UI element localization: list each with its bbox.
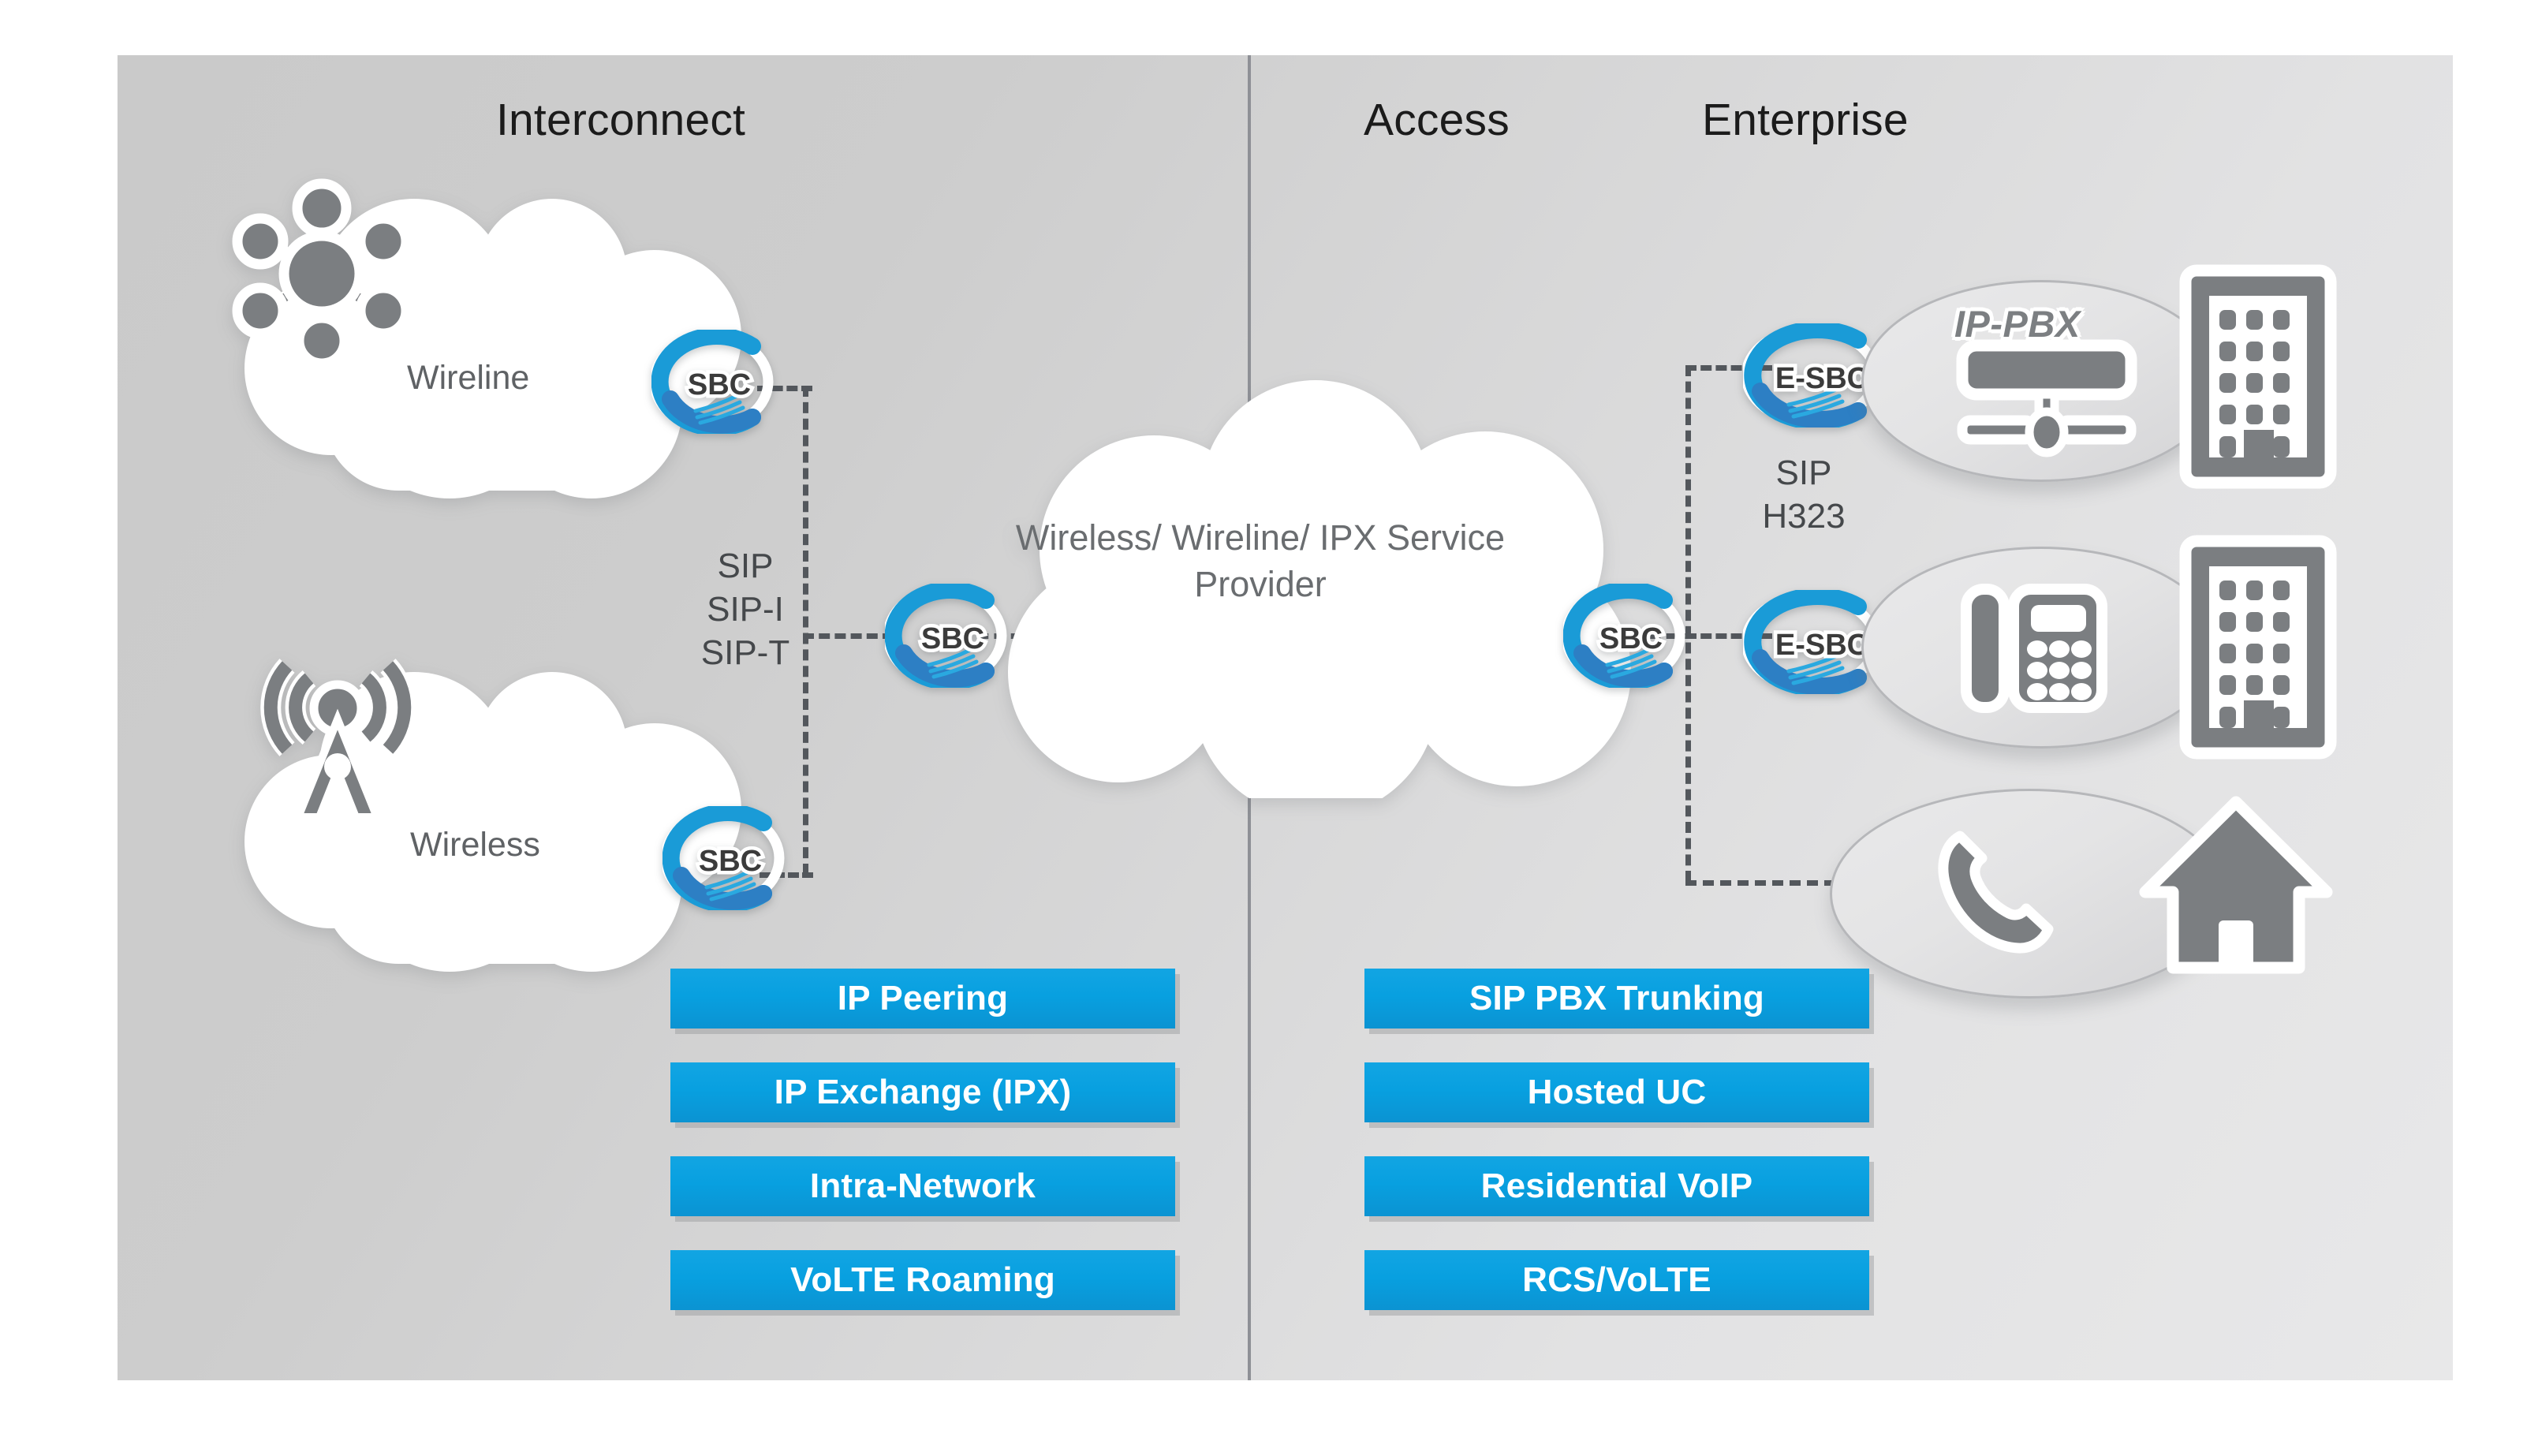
desk-phone-icon	[1960, 580, 2110, 722]
broadcast-tower-icon	[259, 633, 416, 830]
column-heading-interconnect: Interconnect	[496, 95, 746, 145]
service-bar-label: Residential VoIP	[1480, 1167, 1753, 1205]
phone-handset-icon	[1928, 822, 2070, 968]
service-bar[interactable]: Residential VoIP	[1364, 1156, 1869, 1216]
cloud-label-wireline: Wireline	[407, 359, 530, 397]
cloud-core-label: Wireless/ Wireline/ IPX Service Provider	[1015, 517, 1506, 604]
sbc-badge-label: SBC	[688, 368, 751, 401]
service-bar[interactable]: VoLTE Roaming	[670, 1250, 1175, 1310]
service-bar-label: RCS/VoLTE	[1522, 1260, 1711, 1299]
network-hub-icon	[217, 175, 430, 372]
service-bar-label: Hosted UC	[1527, 1073, 1707, 1111]
sbc-badge-label: SBC	[1599, 622, 1663, 655]
service-bar-label: Intra-Network	[809, 1167, 1036, 1205]
ippbx-caption: IP-PBX	[1954, 303, 2081, 345]
diagram-canvas: Interconnect Access Enterprise Wireline …	[0, 0, 2527, 1456]
service-bar[interactable]: IP Exchange (IPX)	[670, 1062, 1175, 1122]
protocol-label-enterprise: SIP H323	[1762, 454, 1846, 536]
office-building-icon	[2179, 535, 2337, 763]
sbc-node-wireless[interactable]: SBC	[663, 806, 789, 910]
protocol-label-interconnect: SIP SIP-I SIP-T	[700, 547, 790, 672]
column-heading-enterprise: Enterprise	[1702, 95, 1909, 145]
service-bar-label: SIP PBX Trunking	[1469, 979, 1765, 1017]
sbc-badge-label: SBC	[921, 622, 984, 655]
service-bar-label: VoLTE Roaming	[790, 1260, 1055, 1299]
esbc-badge-label: E-SBC	[1775, 629, 1868, 662]
house-icon	[2137, 793, 2335, 986]
server-rack-icon	[1956, 339, 2137, 461]
service-bar-label: IP Exchange (IPX)	[774, 1073, 1072, 1111]
service-bar[interactable]: SIP PBX Trunking	[1364, 969, 1869, 1029]
esbc-badge-label: E-SBC	[1775, 362, 1868, 395]
service-bar[interactable]: Hosted UC	[1364, 1062, 1869, 1122]
service-bar-label: IP Peering	[837, 979, 1009, 1017]
column-heading-access: Access	[1364, 95, 1510, 145]
service-bar[interactable]: Intra-Network	[670, 1156, 1175, 1216]
sbc-badge-label: SBC	[699, 845, 762, 878]
service-bar[interactable]: IP Peering	[670, 969, 1175, 1029]
sbc-node-core-egress[interactable]: SBC	[1563, 584, 1689, 688]
connector-residential-stub	[1685, 880, 1835, 886]
cloud-label-wireless: Wireless	[410, 826, 540, 864]
sbc-node-wireline[interactable]: SBC	[651, 330, 778, 434]
sbc-node-core-ingress[interactable]: SBC	[885, 584, 1011, 688]
cloud-core-service-provider: Wireless/ Wireline/ IPX Service Provider	[1000, 380, 1631, 798]
service-bar[interactable]: RCS/VoLTE	[1364, 1250, 1869, 1310]
office-building-icon	[2179, 264, 2337, 493]
